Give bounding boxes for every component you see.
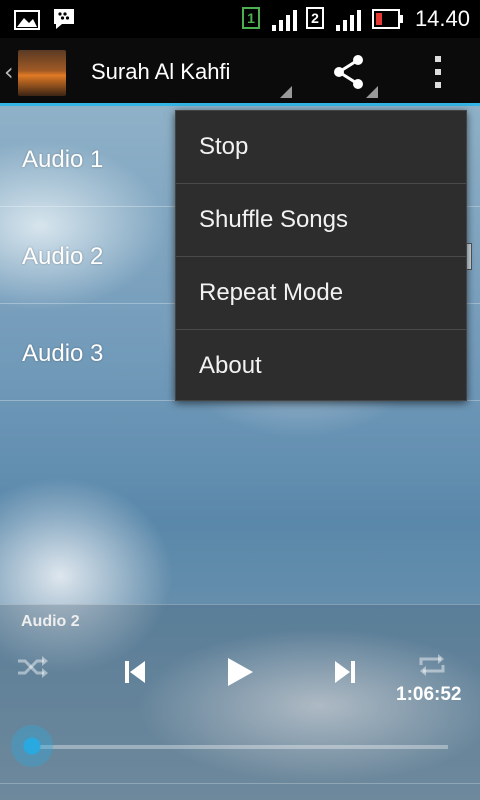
gallery-icon	[14, 10, 40, 30]
seek-thumb[interactable]	[11, 725, 53, 767]
seek-bar[interactable]	[28, 745, 448, 749]
list-item-label: Audio 2	[22, 243, 104, 270]
list-item-label: Audio 1	[22, 146, 104, 173]
menu-item-label: Repeat Mode	[199, 279, 344, 306]
divider	[0, 783, 480, 784]
back-chevron-icon[interactable]: ‹	[4, 58, 14, 86]
share-dropdown-indicator	[366, 86, 378, 98]
bbm-icon	[54, 9, 74, 29]
signal1-icon	[272, 10, 297, 31]
status-bar: 1 2 14.40	[0, 0, 480, 38]
sim2-icon: 2	[306, 7, 324, 29]
next-icon[interactable]	[334, 660, 356, 684]
elapsed-time: 1:06:52	[396, 684, 462, 705]
app-logo[interactable]	[18, 50, 66, 96]
list-item-label: Audio 3	[22, 340, 104, 367]
repeat-icon[interactable]	[416, 651, 448, 679]
menu-item-repeat-mode[interactable]: Repeat Mode	[176, 257, 466, 330]
menu-item-about[interactable]: About	[176, 330, 466, 403]
play-icon[interactable]	[226, 657, 254, 687]
player-panel: Audio 2 1:06:52	[0, 604, 480, 800]
previous-icon[interactable]	[124, 660, 146, 684]
menu-item-label: Shuffle Songs	[199, 206, 349, 233]
menu-item-stop[interactable]: Stop	[176, 111, 466, 184]
overflow-menu-icon[interactable]	[428, 54, 448, 90]
menu-item-label: About	[199, 352, 262, 379]
page-title: Surah Al Kahfi	[91, 59, 231, 84]
menu-item-shuffle-songs[interactable]: Shuffle Songs	[176, 184, 466, 257]
share-icon[interactable]	[330, 52, 370, 92]
sim1-icon: 1	[242, 7, 260, 29]
battery-icon	[372, 9, 403, 29]
now-playing-title: Audio 2	[21, 613, 80, 630]
overflow-menu: Stop Shuffle Songs Repeat Mode About	[175, 110, 467, 401]
spinner-indicator	[280, 86, 292, 98]
clock: 14.40	[414, 6, 470, 31]
action-bar: ‹ Surah Al Kahfi	[0, 38, 480, 106]
menu-item-label: Stop	[199, 133, 249, 160]
shuffle-icon[interactable]	[16, 655, 50, 679]
signal2-icon	[336, 10, 361, 31]
